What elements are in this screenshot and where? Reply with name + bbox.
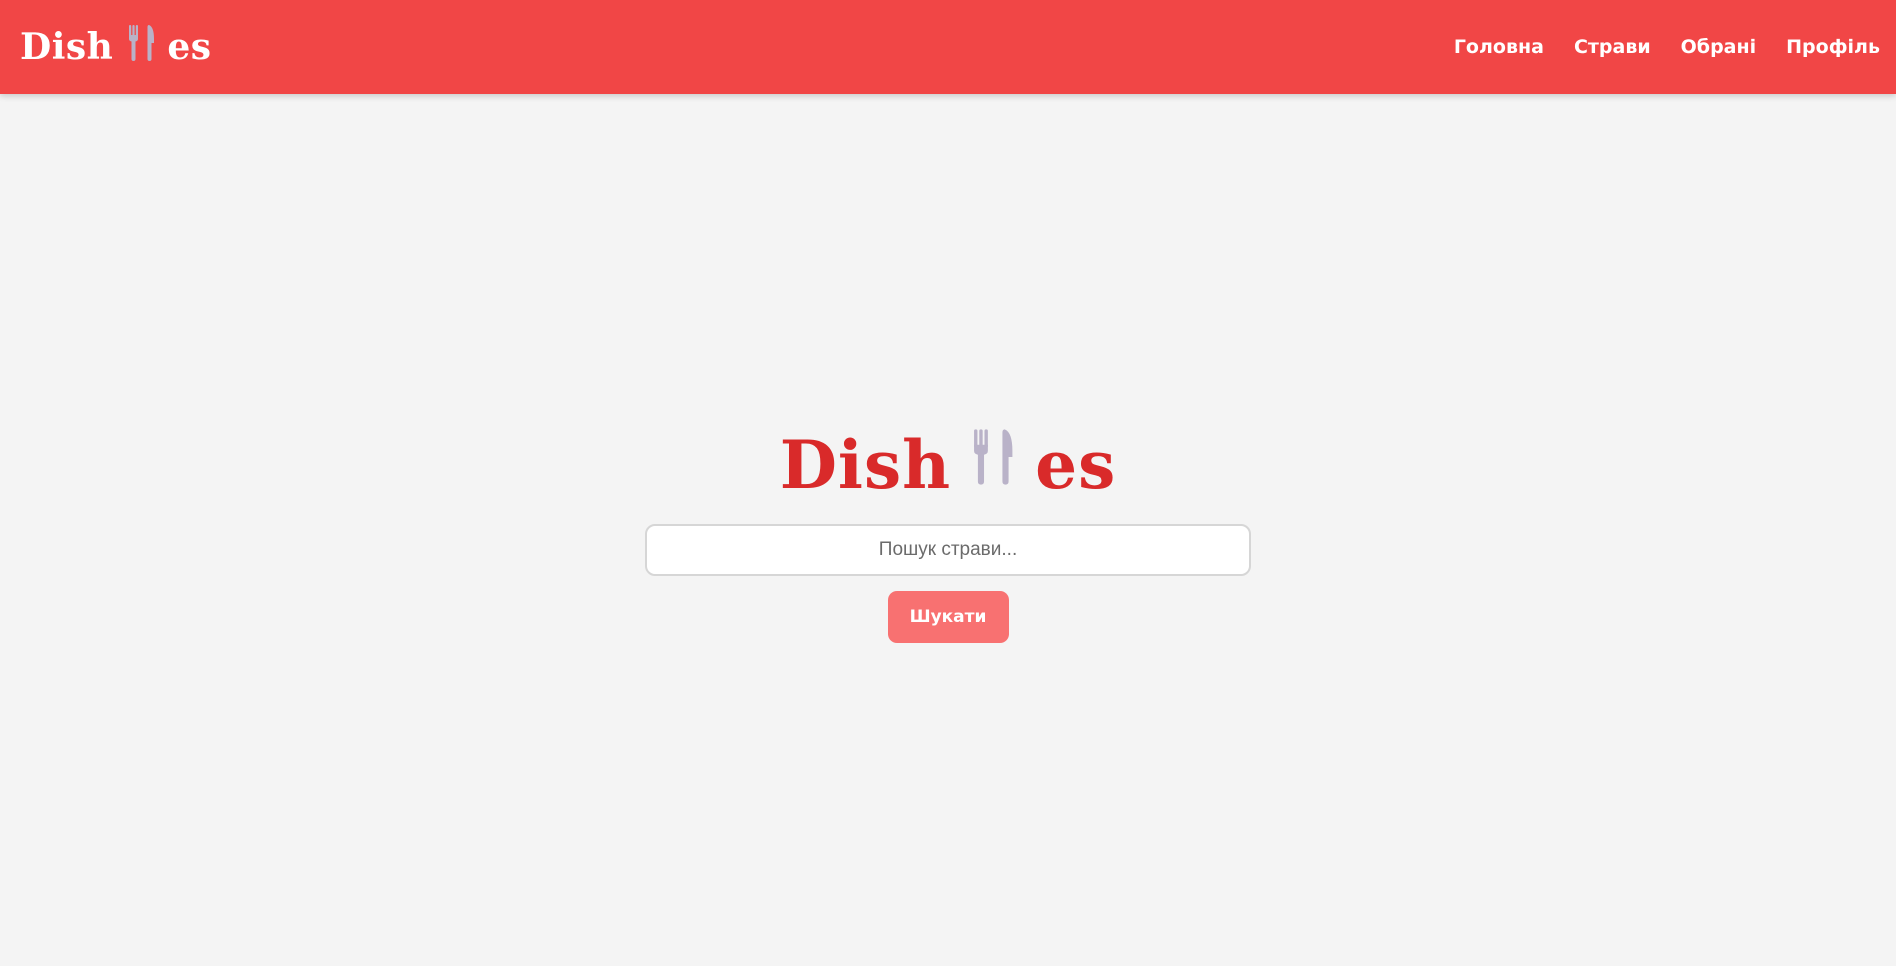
search-button[interactable]: Шукати bbox=[887, 591, 1009, 643]
nav-link-home[interactable]: Головна bbox=[1454, 36, 1544, 58]
top-navbar: Dish es Головна Страви Обрані Профіль bbox=[0, 0, 1896, 94]
hero-logo-prefix: Dish bbox=[779, 426, 952, 504]
search-hero: Dish es Шукати bbox=[0, 420, 1896, 643]
nav-link-favorites[interactable]: Обрані bbox=[1681, 36, 1756, 58]
fork-and-knife-icon bbox=[127, 24, 157, 70]
brand-logo[interactable]: Dish es bbox=[20, 24, 212, 70]
nav-link-profile[interactable]: Профіль bbox=[1786, 36, 1880, 58]
brand-prefix: Dish bbox=[20, 26, 114, 68]
dish-search-input[interactable] bbox=[645, 524, 1251, 576]
hero-logo-suffix: es bbox=[1035, 426, 1117, 504]
main-nav: Головна Страви Обрані Профіль bbox=[1454, 36, 1880, 58]
hero-logo: Dish es bbox=[780, 420, 1117, 510]
brand-suffix: es bbox=[167, 26, 212, 68]
nav-link-dishes[interactable]: Страви bbox=[1574, 36, 1651, 58]
fork-and-knife-icon bbox=[971, 424, 1017, 506]
